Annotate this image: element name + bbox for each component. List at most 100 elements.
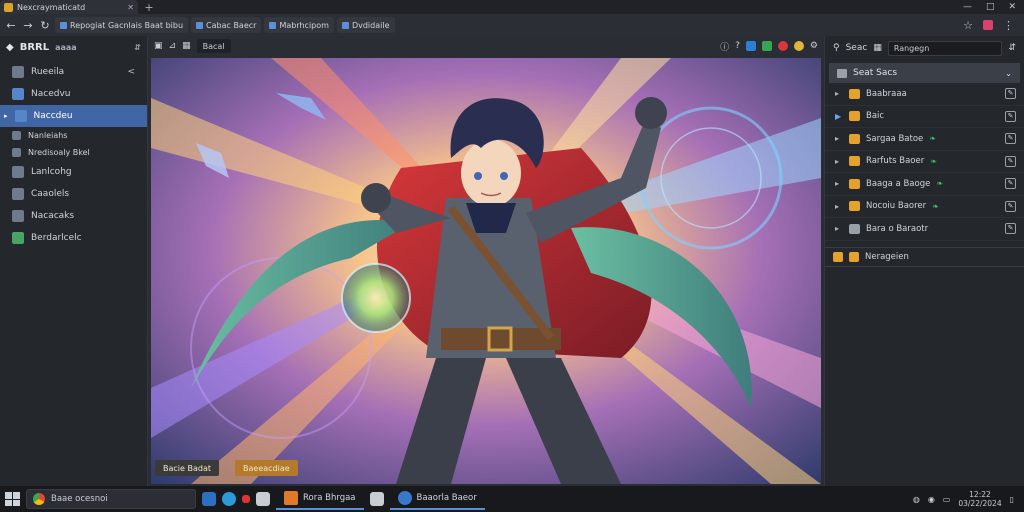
edit-icon[interactable]: ✎: [1005, 133, 1016, 145]
site-favicon-icon: [4, 2, 13, 12]
forward-icon[interactable]: →: [21, 19, 35, 32]
sidebar-item-7[interactable]: Nacacaks: [0, 205, 147, 227]
viewer-toolbar: ▣ ⊿ ▦ Bacal ⓘ ? ⚙: [148, 36, 824, 56]
tree-row[interactable]: ▶ Baic ✎: [825, 106, 1024, 128]
record-icon[interactable]: [777, 41, 788, 51]
caret-right-icon[interactable]: ▸: [835, 179, 843, 188]
tree-row[interactable]: ▸ Nocoiu Baorer ❧ ✎: [825, 196, 1024, 218]
share-icon[interactable]: [745, 41, 756, 51]
tree-row[interactable]: ▸ Sargaa Batoe ❧ ✎: [825, 128, 1024, 151]
new-tab-button[interactable]: +: [142, 1, 156, 14]
minimize-button[interactable]: —: [963, 2, 972, 12]
bookmark-item[interactable]: Mabrhcipom: [264, 17, 334, 33]
tree-row-label: Sargaa Batoe: [866, 133, 924, 144]
help-icon[interactable]: ?: [735, 41, 740, 51]
anime-illustration: [151, 58, 821, 484]
edit-icon[interactable]: ✎: [1005, 155, 1016, 167]
tree-row[interactable]: ▸ Rarfuts Baoer ❧ ✎: [825, 151, 1024, 173]
sidebar-item-6[interactable]: Caaolels: [0, 183, 147, 205]
caption-chip-left[interactable]: Bacie Badat: [155, 460, 219, 476]
close-window-button[interactable]: ✕: [1008, 2, 1016, 12]
tree-row-label: Bara o Baraotr: [866, 223, 929, 234]
taskbar-app[interactable]: Baaorla Baeor: [389, 488, 485, 510]
store-icon[interactable]: [256, 492, 270, 506]
taskbar-app-label: Baaorla Baeor: [416, 493, 477, 503]
sidebar-item-2[interactable]: ▸ Naccdeu: [0, 105, 147, 127]
grid-icon[interactable]: ▦: [873, 43, 882, 53]
sidebar-item-1[interactable]: Nacedvu: [0, 83, 147, 105]
caret-right-icon[interactable]: ▸: [835, 202, 843, 211]
edit-icon[interactable]: ✎: [1005, 178, 1016, 190]
frame-icon[interactable]: ▦: [182, 41, 191, 51]
edit-icon[interactable]: ✎: [1005, 200, 1016, 212]
sidebar-item-4[interactable]: Nredisoaly Bkel: [0, 144, 147, 161]
gallery-icon[interactable]: ▣: [154, 41, 163, 51]
taskbar-search[interactable]: Baae ocesnoi: [26, 489, 196, 509]
file-explorer-icon[interactable]: [202, 492, 216, 506]
reload-icon[interactable]: ↻: [38, 19, 52, 32]
sheet-icon[interactable]: [761, 41, 772, 51]
star-icon[interactable]: [793, 41, 804, 51]
more-icon[interactable]: ⌄: [1005, 69, 1012, 78]
tree-row[interactable]: ▸ Baabraaa ✎: [825, 83, 1024, 106]
browser-tab[interactable]: Nexcraymaticatd ✕: [0, 0, 138, 14]
maximize-button[interactable]: □: [986, 2, 995, 12]
gallery-icon: [12, 188, 24, 200]
sheet-icon: [12, 232, 24, 244]
close-icon[interactable]: [242, 495, 250, 503]
sidebar-settings-icon[interactable]: ⇵: [134, 43, 141, 52]
bookmark-item[interactable]: Repogiat Gacnlais Baat bibu: [55, 17, 189, 33]
bookmark-item[interactable]: Cabac Baecr: [191, 17, 262, 33]
caret-right-icon[interactable]: ▸: [835, 134, 843, 143]
bookmark-label: Mabrhcipom: [279, 20, 329, 30]
search-input[interactable]: Rangegn: [887, 40, 1003, 56]
sidebar-item-8[interactable]: Berdarlcelc: [0, 227, 147, 249]
filter-icon[interactable]: ⇵: [1008, 43, 1016, 53]
network-icon[interactable]: ◍: [913, 495, 920, 504]
star-icon[interactable]: ☆: [963, 19, 973, 32]
sidebar-item-5[interactable]: Lanlcohg: [0, 161, 147, 183]
clock[interactable]: 12:22 03/22/2024: [958, 490, 1001, 508]
sidebar-item-3[interactable]: Nanleiahs: [0, 127, 147, 144]
viewer-field[interactable]: Bacal: [196, 39, 231, 53]
tab-close-icon[interactable]: ✕: [127, 3, 134, 12]
battery-icon[interactable]: ▭: [943, 495, 951, 504]
bookmark-item[interactable]: Dvdidaile: [336, 17, 395, 33]
taskbar-app[interactable]: Rora Bhrgaa: [276, 488, 364, 510]
folder-icon: [833, 251, 843, 262]
caret-right-icon[interactable]: ▸: [835, 157, 843, 166]
sidebar-item-0[interactable]: Rueeila <: [0, 61, 147, 83]
caret-right-icon[interactable]: ▸: [835, 224, 843, 233]
bookmark-label: Cabac Baecr: [206, 20, 257, 30]
caret-right-icon[interactable]: ▶: [835, 112, 843, 121]
image-viewer: ▣ ⊿ ▦ Bacal ⓘ ? ⚙ Bacie Badat Baeeacdiae: [148, 36, 824, 486]
volume-icon[interactable]: ◉: [928, 495, 935, 504]
extension-icon[interactable]: [983, 20, 993, 30]
panel-footer-row[interactable]: Nerageien: [825, 246, 1024, 267]
panel-group-header[interactable]: Seat Sacs ⌄: [829, 63, 1020, 83]
share-icon[interactable]: <: [127, 67, 135, 77]
sidebar-item-label: Nacedvu: [31, 89, 71, 99]
artwork-canvas[interactable]: Bacie Badat Baeeacdiae: [151, 58, 821, 484]
windows-start-icon[interactable]: [4, 491, 20, 507]
bookmark-label: Repogiat Gacnlais Baat bibu: [70, 20, 184, 30]
edit-icon[interactable]: ✎: [1005, 110, 1016, 122]
tree-row[interactable]: ▸ Baaga a Baoge ❧ ✎: [825, 173, 1024, 196]
caret-right-icon: ▸: [4, 112, 8, 120]
edit-icon[interactable]: ✎: [1005, 223, 1016, 235]
caret-right-icon[interactable]: ▸: [835, 89, 843, 98]
gallery-icon: [12, 210, 24, 222]
mail-icon[interactable]: [369, 492, 384, 506]
back-icon[interactable]: ←: [4, 19, 18, 32]
menu-icon[interactable]: ⋮: [1003, 19, 1014, 32]
caption-chip-right[interactable]: Baeeacdiae: [235, 460, 298, 476]
folder-icon: [849, 201, 860, 212]
info-icon[interactable]: ⓘ: [720, 40, 729, 53]
edit-icon[interactable]: ✎: [1005, 88, 1016, 100]
crop-icon[interactable]: ⊿: [169, 41, 177, 51]
tree-row[interactable]: ▸ Bara o Baraotr ✎: [825, 218, 1024, 241]
sidebar-item-label: Naccdeu: [33, 111, 73, 121]
edge-icon[interactable]: [222, 492, 236, 506]
settings-icon[interactable]: ⚙: [810, 41, 818, 51]
notification-icon[interactable]: ▯: [1010, 495, 1014, 504]
